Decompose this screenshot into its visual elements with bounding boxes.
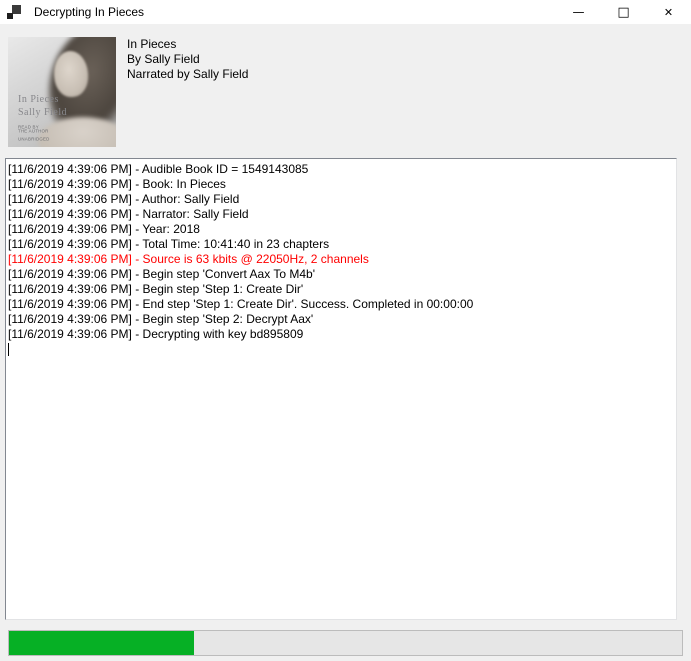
app-icon — [7, 5, 21, 19]
book-author: By Sally Field — [127, 52, 248, 67]
app-icon-square-large — [12, 5, 21, 14]
log-line: [11/6/2019 4:39:06 PM] - Year: 2018 — [8, 222, 674, 237]
book-cover-image: In Pieces Sally Field READ BY THE AUTHOR… — [8, 37, 116, 147]
log-line: [11/6/2019 4:39:06 PM] - Narrator: Sally… — [8, 207, 674, 222]
log-textbox[interactable]: [11/6/2019 4:39:06 PM] - Audible Book ID… — [5, 158, 677, 620]
cover-title-text: In Pieces — [18, 94, 59, 105]
minimize-icon: — — [573, 5, 585, 19]
log-line: [11/6/2019 4:39:06 PM] - End step 'Step … — [8, 297, 674, 312]
log-line: [11/6/2019 4:39:06 PM] - Source is 63 kb… — [8, 252, 674, 267]
cover-author-text: Sally Field — [18, 107, 67, 118]
log-line: [11/6/2019 4:39:06 PM] - Begin step 'Ste… — [8, 282, 674, 297]
minimize-button[interactable]: — — [556, 0, 601, 24]
log-line: [11/6/2019 4:39:06 PM] - Author: Sally F… — [8, 192, 674, 207]
cover-portrait-shoulder — [38, 117, 116, 147]
book-narrator: Narrated by Sally Field — [127, 67, 248, 82]
progress-bar — [8, 630, 683, 656]
window-title: Decrypting In Pieces — [34, 5, 144, 19]
close-icon: ✕ — [664, 6, 673, 19]
log-line: [11/6/2019 4:39:06 PM] - Audible Book ID… — [8, 162, 674, 177]
progress-fill — [9, 631, 194, 655]
cover-edition-text: UNABRIDGED — [18, 137, 50, 141]
app-window: Decrypting In Pieces — □ ✕ In Pieces Sal… — [0, 0, 691, 661]
book-info: In Pieces By Sally Field Narrated by Sal… — [127, 37, 248, 82]
book-title: In Pieces — [127, 37, 248, 52]
maximize-button[interactable]: □ — [601, 0, 646, 24]
text-caret — [8, 343, 9, 356]
caret-line — [8, 342, 674, 357]
cover-readby-text: READ BY THE AUTHOR — [18, 125, 49, 134]
log-line: [11/6/2019 4:39:06 PM] - Begin step 'Con… — [8, 267, 674, 282]
log-lines: [11/6/2019 4:39:06 PM] - Audible Book ID… — [8, 162, 674, 342]
close-button[interactable]: ✕ — [646, 0, 691, 24]
log-line: [11/6/2019 4:39:06 PM] - Decrypting with… — [8, 327, 674, 342]
log-line: [11/6/2019 4:39:06 PM] - Book: In Pieces — [8, 177, 674, 192]
log-line: [11/6/2019 4:39:06 PM] - Begin step 'Ste… — [8, 312, 674, 327]
app-icon-square-small — [7, 13, 13, 19]
caption-buttons: — □ ✕ — [556, 0, 691, 24]
log-line: [11/6/2019 4:39:06 PM] - Total Time: 10:… — [8, 237, 674, 252]
titlebar[interactable]: Decrypting In Pieces — □ ✕ — [0, 0, 691, 24]
maximize-icon: □ — [617, 5, 629, 20]
